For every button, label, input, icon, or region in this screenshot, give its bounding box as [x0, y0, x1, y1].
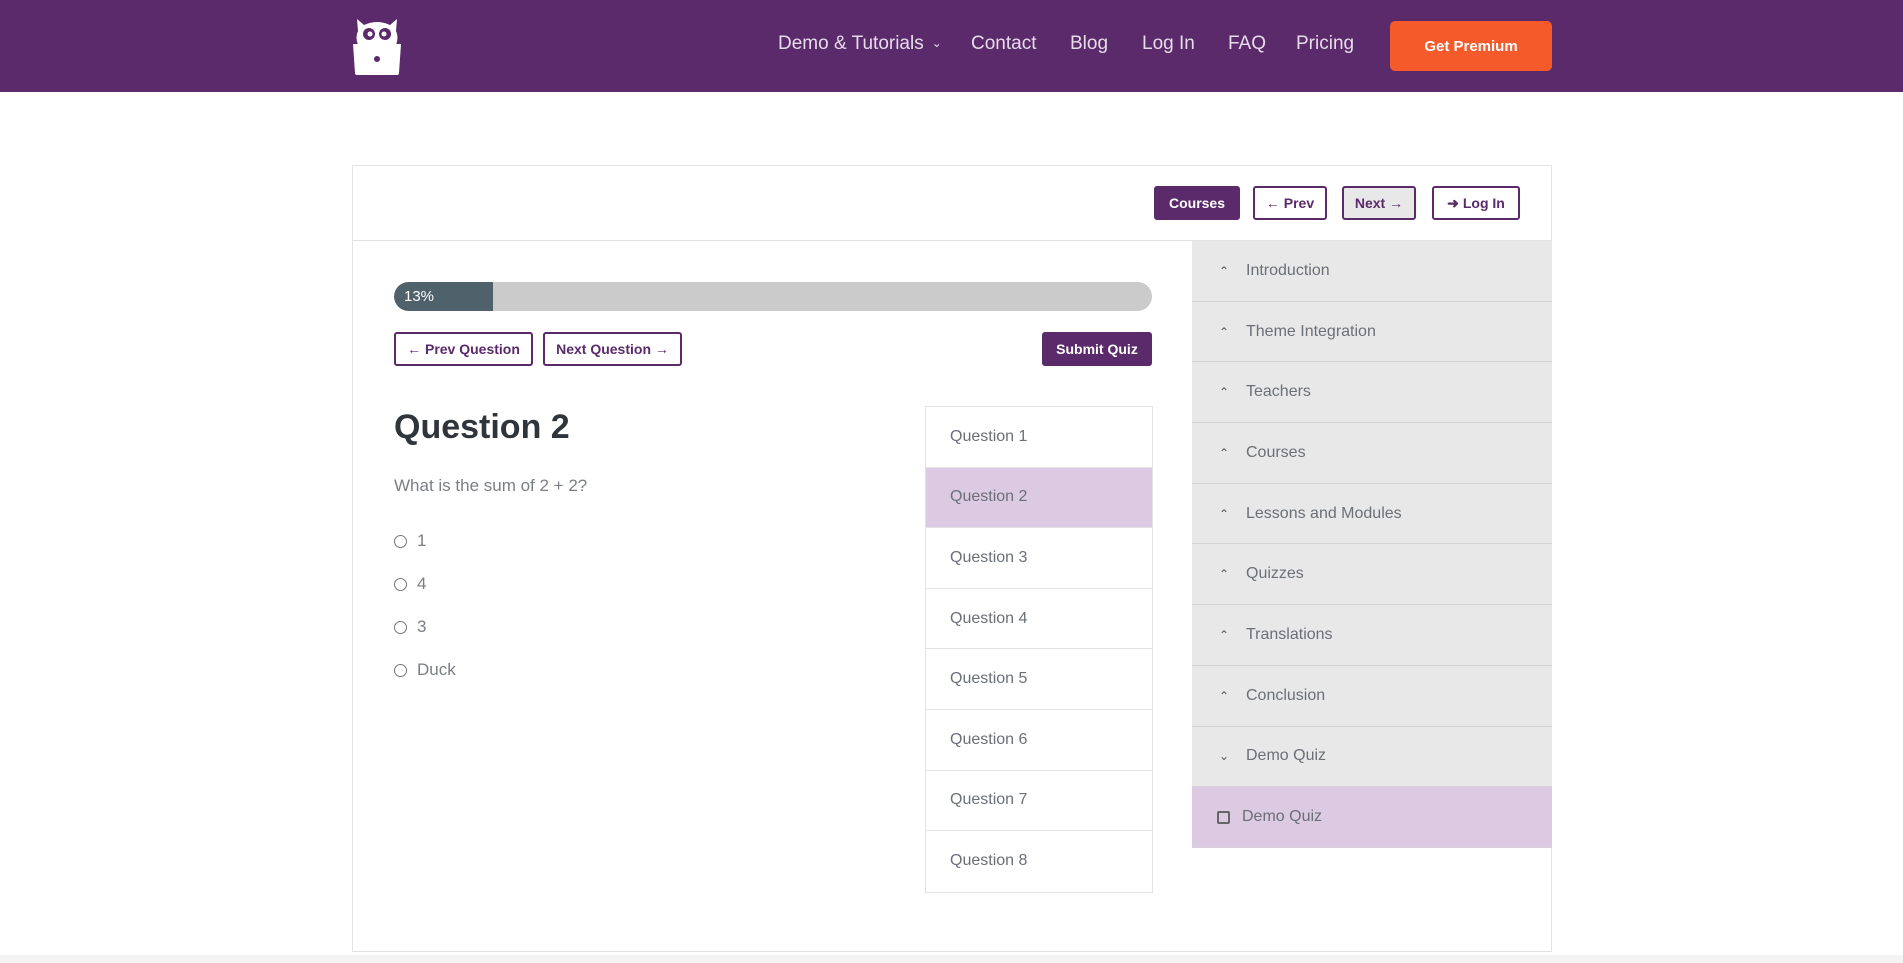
- option-label: Duck: [417, 660, 456, 679]
- submit-quiz-button[interactable]: Submit Quiz: [1042, 332, 1152, 366]
- chevron-up-icon: ⌃: [1218, 445, 1230, 460]
- sidebar-section-courses[interactable]: ⌃ Courses: [1192, 423, 1552, 484]
- nav-pricing[interactable]: Pricing: [1296, 33, 1354, 55]
- section-label: Demo Quiz: [1246, 747, 1327, 765]
- progress-label: 13%: [404, 288, 435, 305]
- question-list-item[interactable]: Question 5: [926, 649, 1152, 710]
- nav-login[interactable]: Log In: [1142, 33, 1195, 55]
- question-text: What is the sum of 2 + 2?: [394, 476, 588, 495]
- next-lesson-button[interactable]: Next →: [1342, 186, 1416, 220]
- prev-question-button[interactable]: ← Prev Question: [394, 332, 533, 366]
- nav-demo-tutorials[interactable]: Demo & Tutorials ⌄: [778, 33, 942, 55]
- page-footer-edge: [0, 955, 1903, 963]
- chevron-up-icon: ⌃: [1218, 627, 1230, 642]
- question-list-item[interactable]: Question 6: [926, 710, 1152, 771]
- question-list-item[interactable]: Question 7: [926, 771, 1152, 832]
- sidebar-section-demo-quiz[interactable]: ⌄ Demo Quiz: [1192, 726, 1552, 788]
- chevron-up-icon: ⌃: [1218, 567, 1230, 582]
- question-list-item[interactable]: Question 8: [926, 831, 1152, 892]
- section-label: Teachers: [1246, 383, 1311, 401]
- chevron-down-icon: ⌄: [931, 36, 942, 50]
- quiz-progress-bar: 13%: [394, 282, 1152, 311]
- sidebar-section-introduction[interactable]: ⌃ Introduction: [1192, 241, 1552, 302]
- radio-button[interactable]: [394, 534, 407, 548]
- section-label: Theme Integration: [1246, 322, 1376, 340]
- login-button[interactable]: ➜ Log In: [1432, 186, 1520, 220]
- sign-in-icon: ➜: [1447, 194, 1459, 211]
- checkbox-icon: [1217, 810, 1230, 824]
- radio-button[interactable]: [394, 663, 407, 677]
- sidebar-section-conclusion[interactable]: ⌃ Conclusion: [1192, 665, 1552, 727]
- courses-button[interactable]: Courses: [1154, 186, 1240, 220]
- option-label: 1: [417, 531, 427, 550]
- answer-option[interactable]: 1: [394, 531, 426, 551]
- question-title: Question 2: [394, 408, 570, 446]
- option-label: 4: [417, 574, 427, 593]
- nav-blog[interactable]: Blog: [1070, 33, 1108, 55]
- sidebar-section-teachers[interactable]: ⌃ Teachers: [1192, 362, 1552, 424]
- sidebar-subitem-demo-quiz[interactable]: Demo Quiz: [1192, 787, 1552, 848]
- question-list-item[interactable]: Question 3: [926, 528, 1152, 589]
- chevron-up-icon: ⌃: [1218, 324, 1230, 339]
- chevron-up-icon: ⌃: [1218, 385, 1230, 400]
- sidebar-section-quizzes[interactable]: ⌃ Quizzes: [1192, 544, 1552, 606]
- course-outline-sidebar: ⌃ Introduction ⌃ Theme Integration ⌃ Teache…: [1192, 241, 1552, 848]
- nav-faq[interactable]: FAQ: [1228, 33, 1266, 55]
- sidebar-section-translations[interactable]: ⌃ Translations: [1192, 605, 1552, 666]
- chevron-up-icon: ⌃: [1218, 506, 1230, 521]
- top-navigation-bar: Demo & Tutorials ⌄ Contact Blog Log In FA…: [0, 0, 1903, 92]
- prev-lesson-button[interactable]: ← Prev: [1253, 186, 1327, 220]
- course-card: Courses ← Prev Next → ➜ Log In 13% ← Prev…: [352, 165, 1552, 952]
- chevron-up-icon: ⌃: [1218, 263, 1230, 278]
- section-label: Quizzes: [1246, 565, 1304, 583]
- option-label: 3: [417, 617, 427, 636]
- nav-contact[interactable]: Contact: [971, 33, 1036, 55]
- sidebar-section-theme-integration[interactable]: ⌃ Theme Integration: [1192, 301, 1552, 363]
- answer-option[interactable]: 4: [394, 574, 426, 594]
- subitem-label: Demo Quiz: [1242, 808, 1323, 826]
- section-label: Introduction: [1246, 261, 1330, 279]
- get-premium-button[interactable]: Get Premium: [1390, 21, 1552, 71]
- section-label: Lessons and Modules: [1246, 504, 1402, 522]
- section-label: Courses: [1246, 443, 1306, 461]
- chevron-up-icon: ⌃: [1218, 688, 1230, 703]
- chevron-down-icon: ⌄: [1218, 749, 1230, 764]
- question-list-item[interactable]: Question 1: [926, 407, 1152, 468]
- section-label: Conclusion: [1246, 686, 1326, 704]
- owl-logo-icon[interactable]: [352, 17, 402, 75]
- sidebar-section-lessons-modules[interactable]: ⌃ Lessons and Modules: [1192, 483, 1552, 545]
- nav-label: Demo & Tutorials: [778, 33, 924, 54]
- question-list-item[interactable]: Question 4: [926, 589, 1152, 650]
- section-label: Translations: [1246, 625, 1333, 643]
- radio-button[interactable]: [394, 577, 407, 591]
- radio-button[interactable]: [394, 620, 407, 634]
- question-list: Question 1 Question 2 Question 3 Questio…: [925, 406, 1153, 893]
- course-toolbar: Courses ← Prev Next → ➜ Log In: [353, 166, 1551, 241]
- question-list-item-active[interactable]: Question 2: [926, 467, 1152, 529]
- answer-option[interactable]: 3: [394, 617, 426, 637]
- answer-option[interactable]: Duck: [394, 660, 456, 680]
- login-label: Log In: [1462, 195, 1505, 211]
- next-question-button[interactable]: Next Question →: [543, 332, 682, 366]
